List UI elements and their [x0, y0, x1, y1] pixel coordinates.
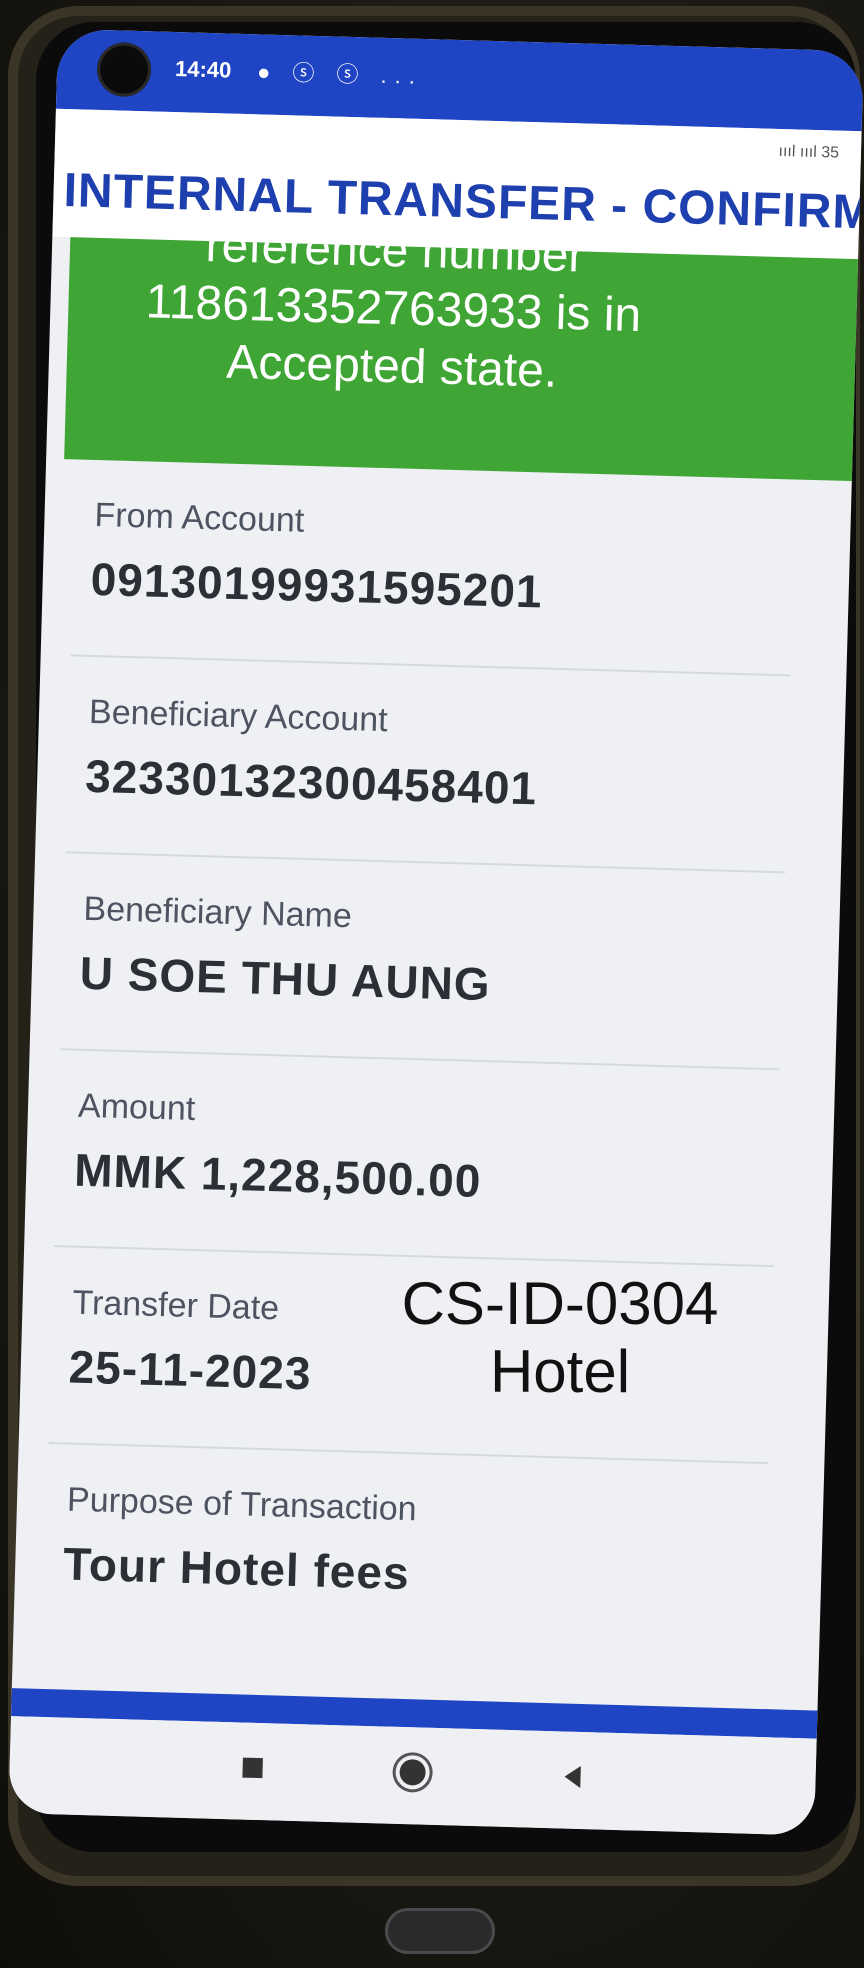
success-banner: reference number 118613352763933 is in A…: [64, 237, 864, 482]
detail-row-amount: Amount MMK 1,228,500.00: [54, 1050, 780, 1268]
usb-port: [385, 1908, 495, 1954]
detail-value: 25-11-2023: [68, 1340, 313, 1400]
phone-screen: 14:40 ● ⓢ ⓢ ... ıııl ıııl 35 INTERNAL TR…: [8, 28, 864, 1836]
home-button[interactable]: [389, 1749, 436, 1796]
detail-value: Tour Hotel fees: [62, 1537, 411, 1600]
app-header: ıııl ıııl 35 INTERNAL TRANSFER - CONFIRM: [52, 108, 864, 260]
detail-value: MMK 1,228,500.00: [73, 1143, 483, 1208]
front-camera: [96, 41, 152, 98]
back-button[interactable]: [549, 1753, 596, 1800]
detail-label: Beneficiary Account: [88, 692, 389, 740]
annotation-line-2: Hotel: [489, 1338, 631, 1405]
back-triangle-icon: [564, 1765, 581, 1789]
detail-label: Amount: [77, 1086, 196, 1128]
status-time: 14:40: [174, 56, 232, 83]
notification-icons: ● ⓢ ⓢ ...: [256, 59, 424, 89]
detail-label: From Account: [94, 495, 305, 540]
square-icon: [242, 1757, 263, 1779]
detail-value: 32330132300458401: [84, 749, 538, 815]
page-title: INTERNAL TRANSFER - CONFIRM: [62, 163, 864, 240]
circle-icon: [399, 1758, 426, 1786]
detail-value: 09130199931595201: [90, 552, 544, 618]
detail-row-purpose: Purpose of Transaction Tour Hotel fees: [43, 1444, 768, 1659]
detail-value: U SOE THU AUNG: [79, 946, 492, 1011]
signal-battery-icons: ıııl ıııl 35: [778, 142, 840, 162]
detail-row-beneficiary-account: Beneficiary Account 32330132300458401: [65, 656, 791, 874]
detail-row-from-account: From Account 09130199931595201: [70, 459, 796, 677]
annotation-line-1: CS-ID-0304: [401, 1270, 719, 1337]
annotation-overlay: CS-ID-0304 Hotel: [380, 1270, 740, 1406]
detail-row-beneficiary-name: Beneficiary Name U SOE THU AUNG: [59, 853, 785, 1071]
detail-label: Beneficiary Name: [83, 889, 353, 936]
transfer-details: From Account 09130199931595201 Beneficia…: [43, 459, 796, 1659]
detail-label: Purpose of Transaction: [66, 1480, 418, 1529]
recents-button[interactable]: [229, 1744, 276, 1791]
banner-message: reference number 118613352763933 is in A…: [66, 237, 721, 405]
detail-label: Transfer Date: [72, 1283, 280, 1328]
